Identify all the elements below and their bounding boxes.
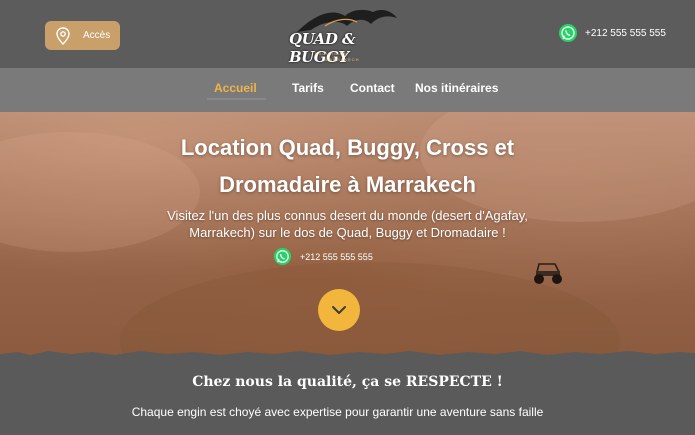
hero-phone-number: +212 555 555 555	[300, 251, 373, 262]
whatsapp-icon	[273, 247, 292, 266]
buggy-image	[534, 263, 562, 284]
nav-item-accueil[interactable]: Accueil	[214, 81, 257, 95]
torn-edge-divider	[0, 351, 695, 362]
logo-subtitle: EXCURSION	[315, 51, 348, 56]
nav-item-contact[interactable]: Contact	[350, 81, 395, 95]
acces-button[interactable]: Accès	[45, 21, 120, 50]
logo-city: MARRAKECH	[325, 57, 360, 62]
hero-title: Location Quad, Buggy, Cross et Dromadair…	[0, 129, 695, 203]
nav-active-indicator	[207, 98, 266, 100]
whatsapp-icon	[559, 24, 577, 42]
map-pin-icon	[56, 26, 70, 45]
header-phone-number: +212 555 555 555	[585, 27, 666, 39]
main-nav: Accueil Tarifs Contact Nos itinéraires	[0, 68, 695, 112]
acces-label: Accès	[83, 30, 111, 41]
nav-item-tarifs[interactable]: Tarifs	[292, 81, 324, 95]
quality-text: Chaque engin est choyé avec expertise po…	[131, 405, 544, 419]
scroll-down-button[interactable]	[318, 289, 360, 331]
site-logo[interactable]: QUAD & BUGGY EXCURSION MARRAKECH	[285, 6, 407, 66]
nav-item-itineraires[interactable]: Nos itinéraires	[415, 81, 498, 95]
hero-title-line2: Dromadaire à Marrakech	[219, 172, 476, 197]
top-header: Accès QUAD & BUGGY EXCURSION MARRAKECH +…	[0, 0, 695, 68]
hero-banner: Location Quad, Buggy, Cross et Dromadair…	[0, 112, 695, 360]
quality-section: Chez nous la qualité, ça se RESPECTE ! C…	[0, 360, 695, 435]
hero-description: Visitez l'un des plus connus desert du m…	[0, 207, 695, 241]
hero-desc-line1: Visitez l'un des plus connus desert du m…	[167, 208, 528, 223]
hero-desc-line2: Marrakech) sur le dos de Quad, Buggy et …	[189, 225, 506, 240]
hero-title-line1: Location Quad, Buggy, Cross et	[180, 135, 515, 160]
chevron-down-icon	[332, 306, 346, 314]
hero-phone[interactable]: +212 555 555 555	[273, 247, 373, 266]
header-phone[interactable]: +212 555 555 555	[558, 23, 666, 43]
quality-heading: Chez nous la qualité, ça se RESPECTE !	[192, 374, 503, 390]
